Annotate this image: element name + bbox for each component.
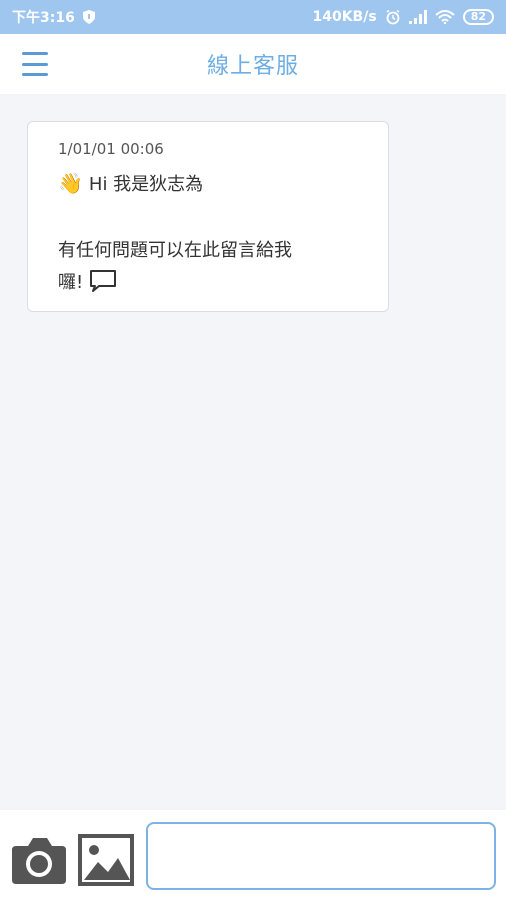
status-right: 140KB/s 82 xyxy=(312,9,494,25)
message-body-line2-row: 囉! xyxy=(58,268,117,294)
menu-line xyxy=(22,52,48,55)
status-left: 下午3:16 xyxy=(12,7,95,27)
menu-line xyxy=(22,62,48,66)
menu-line xyxy=(22,73,48,76)
chat-message: 1/01/01 00:06 👋 Hi 我是狄志為 有任何問題可以在此留言給我 囉… xyxy=(27,121,389,312)
image-icon[interactable] xyxy=(78,834,134,886)
alarm-icon xyxy=(386,9,400,25)
message-greeting-line: 👋 Hi 我是狄志為 xyxy=(58,170,203,196)
speech-bubble-icon xyxy=(90,270,117,292)
status-time: 下午3:16 xyxy=(12,10,75,26)
signal-icon xyxy=(408,10,427,24)
camera-icon[interactable] xyxy=(10,832,68,888)
menu-icon[interactable] xyxy=(22,52,48,76)
message-body-line2: 囉! xyxy=(58,272,84,293)
network-speed: 140KB/s xyxy=(312,9,377,25)
header-bar: 線上客服 xyxy=(0,34,506,94)
message-timestamp: 1/01/01 00:06 xyxy=(58,140,164,158)
page-title: 線上客服 xyxy=(206,54,299,79)
status-bar: 下午3:16 140KB/s 82 xyxy=(0,0,506,34)
shield-icon xyxy=(82,10,95,24)
wifi-icon xyxy=(435,10,455,24)
message-greeting: Hi 我是狄志為 xyxy=(88,174,204,195)
message-input[interactable] xyxy=(146,822,496,890)
battery-icon: 82 xyxy=(462,9,494,25)
wave-icon: 👋 xyxy=(58,171,83,195)
message-body-line1: 有任何問題可以在此留言給我 xyxy=(58,240,292,261)
composer-bar xyxy=(0,810,506,900)
